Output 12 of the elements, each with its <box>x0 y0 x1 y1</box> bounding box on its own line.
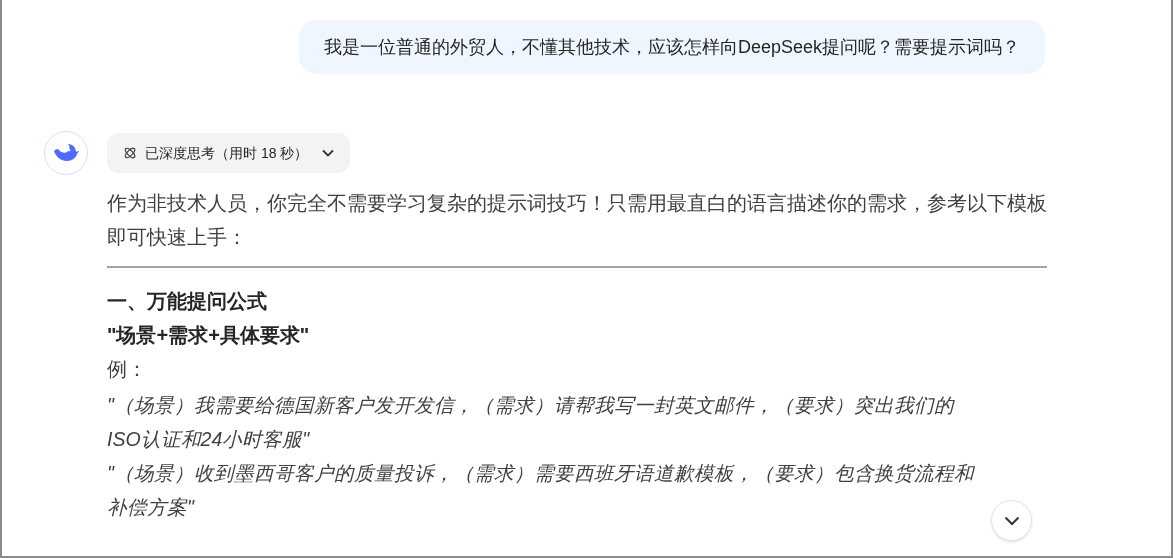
section-heading: "场景+需求+具体要求" <box>107 323 311 348</box>
section-heading: 一、万能提问公式 <box>107 289 268 314</box>
thinking-toggle[interactable]: 已深度思考（用时 18 秒） <box>107 133 351 173</box>
atom-icon <box>123 146 137 160</box>
example-text: "（场景）我需要给德国新客户发开发信，（需求）请帮我写一封英文邮件，（要求）突出我们的ISO认证和24小时客服" <box>107 393 956 452</box>
chevron-down-icon <box>1003 515 1020 526</box>
answer-text: 作为非技术人员，你完全不需要学习复杂的提示词技巧！只需用最直白的语言描述你的需求，参考以下模板即可快速上手： <box>107 191 1047 250</box>
answer-text: 例： <box>107 357 148 382</box>
chevron-down-icon <box>322 149 335 157</box>
user-message: 我是一位普通的外贸人，不懂其他技术，应该怎样向DeepSeek提问呢？需要提示词吗？ <box>298 20 1045 74</box>
example-text: "（场景）收到墨西哥客户的质量投诉，（需求）需要西班牙语道歉模板，（要求）包含换货流程和补偿方案" <box>107 461 976 520</box>
scroll-down-button[interactable] <box>991 500 1032 541</box>
